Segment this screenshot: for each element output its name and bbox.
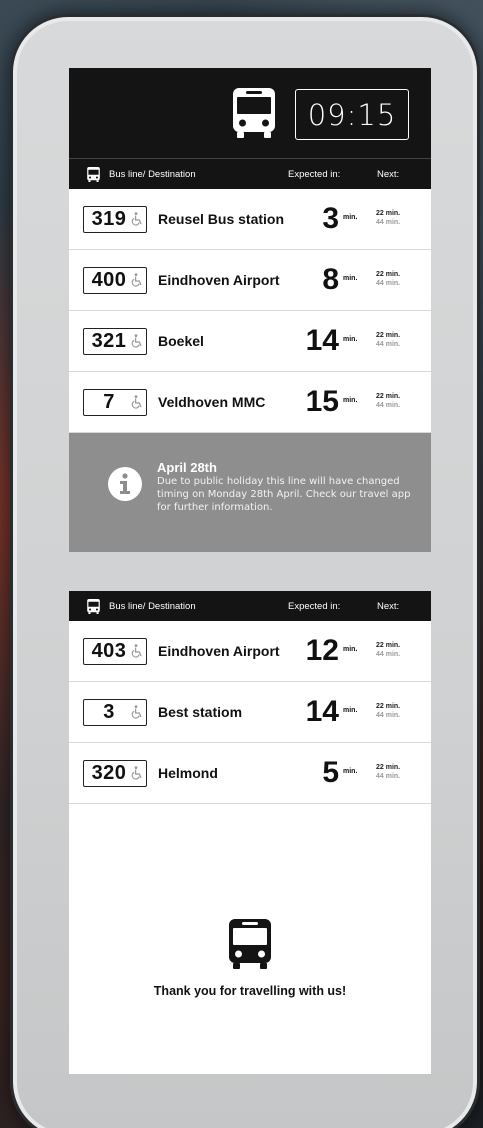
next-departure-1: 22 min. [376,642,401,649]
minutes-unit: min. [343,275,358,282]
line-number-box: 321 [83,328,147,355]
line-number-box: 320 [83,760,147,787]
expected-minutes: 8 [322,263,339,296]
departure-row: 403 Eindhoven Airport 12 min. 22 min. 44… [69,621,431,682]
destination: Eindhoven Airport [158,643,280,659]
line-number: 400 [91,269,127,291]
line-number-box: 7 [83,389,147,416]
wheelchair-icon [131,644,142,658]
header-expected: Expected in: [288,601,341,612]
expected-minutes: 14 [305,324,339,357]
column-header: Bus line/ Destination Expected in: Next: [69,159,431,189]
thank-you-message: Thank you for travelling with us! [153,984,347,998]
next-departure-2: 44 min. [376,712,401,719]
departure-row: 7 Veldhoven MMC 15 min. 22 min. 44 min. [69,372,431,433]
wheelchair-icon [131,766,142,780]
wheelchair-icon [131,212,142,226]
wheelchair-icon [131,334,142,348]
destination: Best statiom [158,704,243,720]
next-departure-2: 44 min. [376,219,401,226]
line-number-box: 3 [83,699,147,726]
notice-banner: April 28th Due to public holiday this li… [69,433,431,552]
expected-minutes: 5 [322,756,339,789]
next-departure-2: 44 min. [376,651,401,658]
clock-header: 09:15 [69,68,431,159]
departure-row: 400 Eindhoven Airport 8 min. 22 min. 44 … [69,250,431,311]
departure-row: 321 Boekel 14 min. 22 min. 44 min. [69,311,431,372]
next-departure-1: 22 min. [376,393,401,400]
notice-title: April 28th [157,460,217,475]
expected-minutes: 14 [305,695,339,728]
header-next: Next: [377,601,400,612]
header-destination: Bus line/ Destination [109,169,196,180]
line-number: 403 [91,640,127,662]
expected-minutes: 3 [322,202,339,235]
expected-minutes: 15 [305,385,339,418]
wheelchair-icon [131,705,142,719]
clock-display: 09:15 [295,89,409,140]
departure-row: 320 Helmond 5 min. 22 min. 44 min. [69,743,431,804]
line-number-box: 319 [83,206,147,233]
wheelchair-icon [131,395,142,409]
bus-icon [87,167,100,182]
bus-icon [229,919,271,969]
line-number-box: 400 [83,267,147,294]
destination: Veldhoven MMC [158,394,266,410]
minutes-unit: min. [343,397,358,404]
minutes-unit: min. [343,646,358,653]
destination: Reusel Bus station [158,211,285,227]
departure-board-bottom: Bus line/ Destination Expected in: Next:… [69,591,431,1074]
header-next: Next: [377,169,400,180]
bus-icon [87,599,100,614]
next-departure-2: 44 min. [376,280,401,287]
next-departure-1: 22 min. [376,703,401,710]
minutes-unit: min. [343,336,358,343]
bus-icon [233,88,275,138]
next-departure-2: 44 min. [376,773,401,780]
line-number: 321 [91,330,127,352]
info-icon [108,467,142,501]
column-header: Bus line/ Destination Expected in: Next: [69,591,431,621]
minutes-unit: min. [343,707,358,714]
destination: Boekel [158,333,204,349]
wheelchair-icon [131,273,142,287]
minutes-unit: min. [343,768,358,775]
departure-board-top: 09:15 Bus line/ Destination Expected in:… [69,68,431,552]
destination: Helmond [158,765,218,781]
expected-minutes: 12 [305,634,339,667]
next-departure-2: 44 min. [376,341,401,348]
notice-text: Due to public holiday this line will hav… [157,476,411,513]
header-expected: Expected in: [288,169,341,180]
next-departure-2: 44 min. [376,402,401,409]
line-number: 319 [91,208,127,230]
next-departure-1: 22 min. [376,332,401,339]
thank-you-area: Thank you for travelling with us! [69,804,431,1106]
next-departure-1: 22 min. [376,764,401,771]
departure-row: 3 Best statiom 14 min. 22 min. 44 min. [69,682,431,743]
minutes-unit: min. [343,214,358,221]
line-number: 320 [91,762,127,784]
line-number-box: 403 [83,638,147,665]
line-number: 3 [103,701,115,723]
next-departure-1: 22 min. [376,271,401,278]
line-number: 7 [103,391,115,413]
next-departure-1: 22 min. [376,210,401,217]
departure-row: 319 Reusel Bus station 3 min. 22 min. 44… [69,189,431,250]
destination: Eindhoven Airport [158,272,280,288]
header-destination: Bus line/ Destination [109,601,196,612]
